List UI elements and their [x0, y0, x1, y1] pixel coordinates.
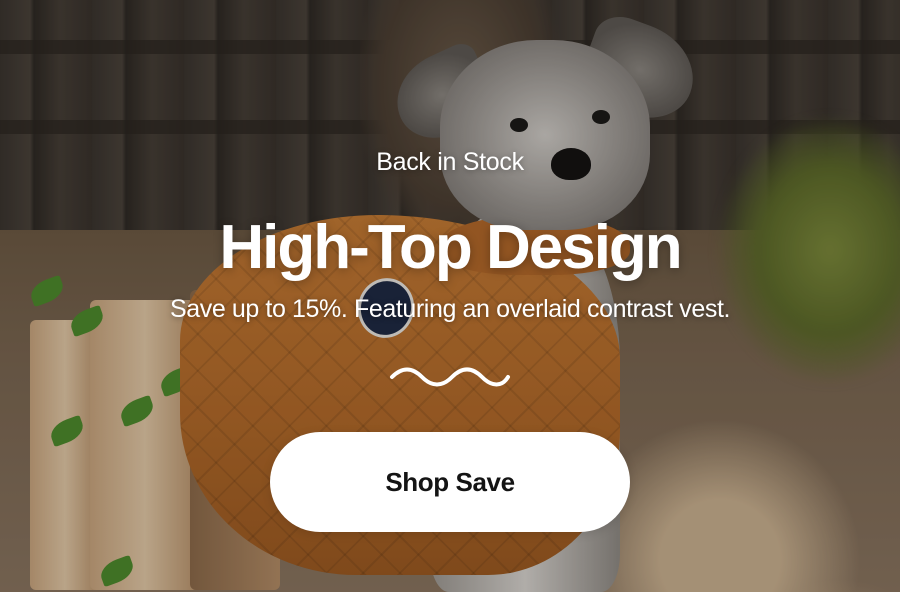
hero-headline: High-Top Design: [219, 213, 682, 282]
hero-eyebrow: Back in Stock: [376, 148, 524, 176]
hero-banner: Back in Stock High-Top Design Save up to…: [0, 0, 900, 592]
hero-subtitle: Save up to 15%. Featuring an overlaid co…: [169, 295, 731, 323]
wave-divider-icon: [390, 367, 510, 387]
hero-text-overlay: Back in Stock High-Top Design Save up to…: [0, 0, 900, 592]
shop-save-button[interactable]: Shop Save: [270, 432, 630, 532]
